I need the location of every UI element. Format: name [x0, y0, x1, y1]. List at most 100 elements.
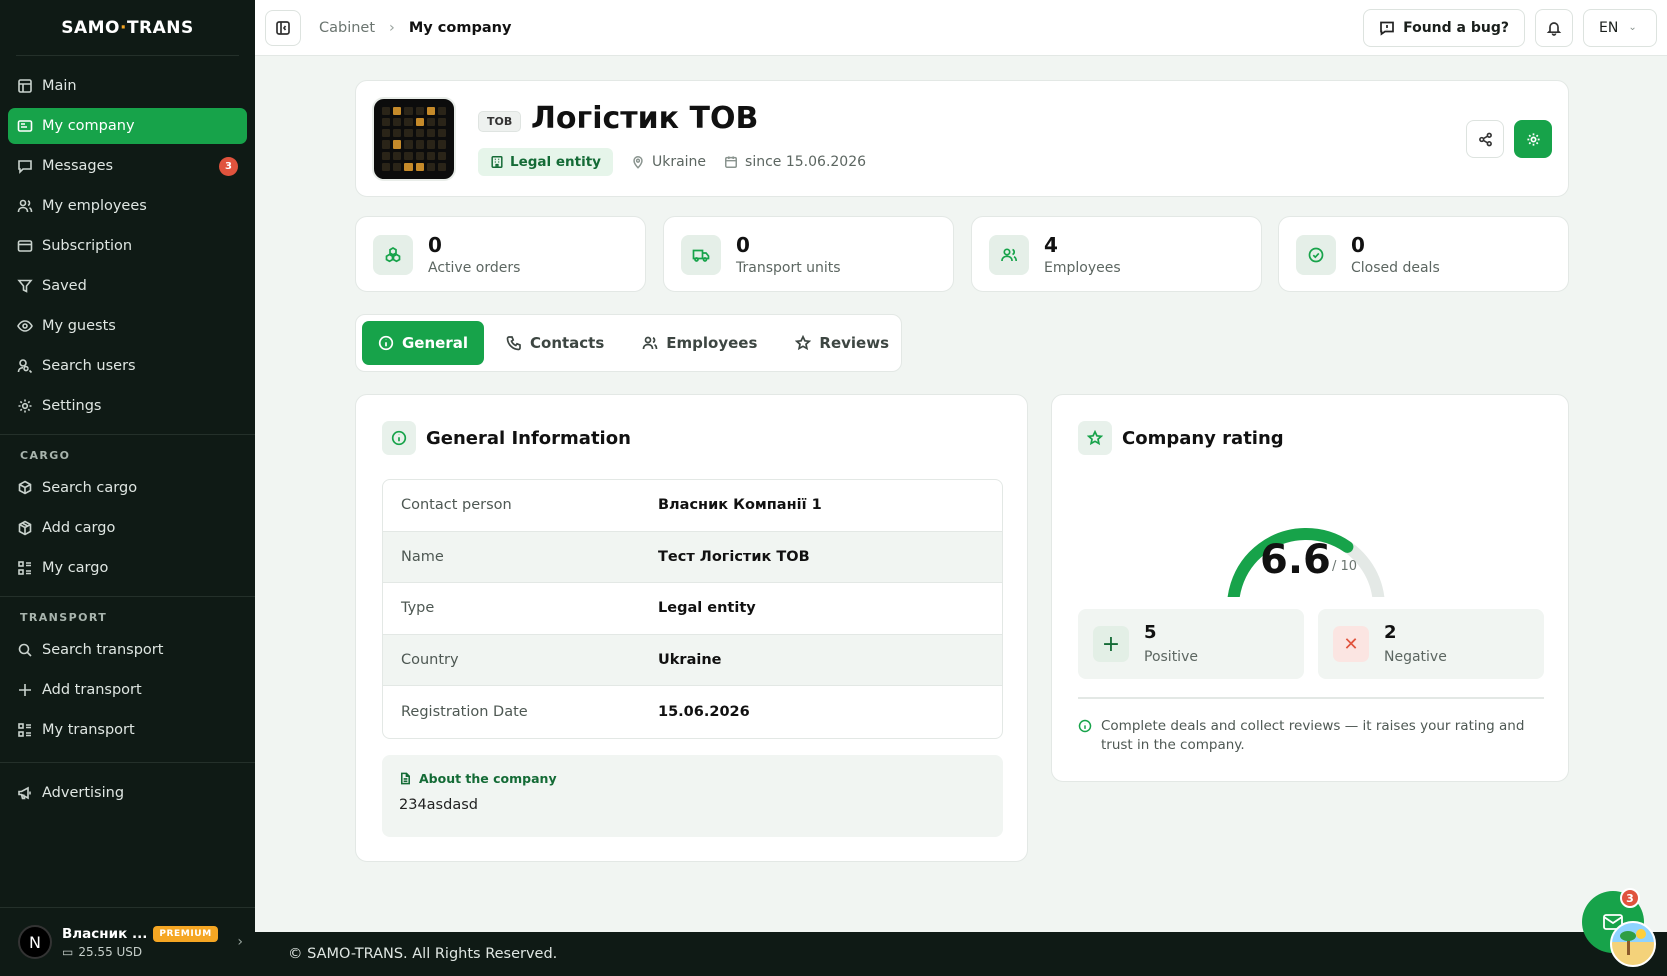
- sidebar-item-messages[interactable]: Messages 3: [8, 148, 247, 184]
- chevron-down-icon: ⌄: [1628, 22, 1637, 33]
- sidebar-item-main[interactable]: Main: [8, 68, 247, 104]
- info-value: 15.06.2026: [658, 703, 750, 720]
- sidebar-item-add-cargo[interactable]: Add cargo: [8, 510, 247, 546]
- support-avatar[interactable]: [1610, 921, 1656, 967]
- list-icon: [18, 723, 31, 737]
- entity-badge: Legal entity: [478, 148, 613, 176]
- sidebar-item-search-users[interactable]: Search users: [8, 348, 247, 384]
- main-nav: Main My company Messages 3 My employees …: [0, 56, 255, 424]
- building-icon: [491, 156, 503, 168]
- gear-icon: [18, 399, 32, 413]
- rating-max: / 10: [1332, 559, 1358, 574]
- plus-icon: +: [1093, 626, 1129, 662]
- sidebar-item-my-cargo[interactable]: My cargo: [8, 550, 247, 586]
- sidebar-item-settings[interactable]: Settings: [8, 388, 247, 424]
- table-row: Type Legal entity: [383, 583, 1002, 635]
- sidebar-item-saved[interactable]: Saved: [8, 268, 247, 304]
- negative-value: 2: [1384, 622, 1397, 643]
- collapse-sidebar-button[interactable]: [265, 9, 301, 46]
- sidebar-item-label: My guests: [42, 318, 116, 334]
- check-circle-icon: [1296, 235, 1336, 275]
- sidebar-item-label: Messages: [42, 158, 114, 174]
- stat-label: Closed deals: [1351, 260, 1440, 276]
- positive-reviews: + 5 Positive: [1078, 609, 1304, 679]
- user-info: Власник ... PREMIUM ▭ 25.55 USD: [62, 925, 237, 959]
- share-button[interactable]: [1466, 120, 1504, 158]
- unread-badge: 3: [219, 157, 238, 176]
- info-icon: [1078, 719, 1092, 733]
- app-logo[interactable]: SAMO · TRANS: [16, 0, 239, 56]
- credit-card-icon: [17, 240, 33, 252]
- negative-label: Negative: [1384, 649, 1447, 665]
- balance-value: 25.55 USD: [78, 944, 143, 959]
- calendar-icon: [725, 156, 738, 168]
- tab-employees[interactable]: Employees: [626, 321, 773, 365]
- rating-value: 6.6: [1260, 537, 1331, 583]
- message-icon: [18, 160, 32, 174]
- close-icon: ✕: [1333, 626, 1369, 662]
- sidebar-item-my-company[interactable]: My company: [8, 108, 247, 144]
- sidebar-collapse-icon: [276, 20, 290, 35]
- sidebar-item-label: My transport: [42, 722, 135, 738]
- sidebar-item-label: Search transport: [42, 642, 164, 658]
- company-tabs: General Contacts Employees Reviews: [355, 314, 902, 372]
- wallet-icon: ▭: [62, 944, 74, 959]
- since-label: since 15.06.2026: [745, 154, 867, 170]
- language-select[interactable]: EN ⌄: [1583, 8, 1657, 47]
- sidebar-item-advertising[interactable]: Advertising: [8, 775, 247, 811]
- balance: ▭ 25.55 USD: [62, 945, 237, 959]
- company-rating-card: Company rating 6.6 / 10 + 5 Positive ✕ 2…: [1051, 394, 1569, 782]
- info-key: Country: [401, 651, 459, 668]
- country-label: Ukraine: [651, 154, 707, 170]
- tab-general[interactable]: General: [362, 321, 484, 365]
- alert-message-icon: [1380, 21, 1394, 36]
- filter-icon: [17, 279, 33, 293]
- stat-active-orders: 0 Active orders: [355, 216, 646, 292]
- sidebar-item-subscription[interactable]: Subscription: [8, 228, 247, 264]
- chevron-right-icon: ›: [237, 934, 243, 950]
- breadcrumb-cabinet[interactable]: Cabinet: [319, 20, 375, 36]
- user-profile[interactable]: N Власник ... PREMIUM ▭ 25.55 USD ›: [0, 907, 255, 976]
- tab-reviews[interactable]: Reviews: [779, 321, 905, 365]
- report-bug-button[interactable]: Found a bug?: [1363, 8, 1525, 47]
- sidebar-item-search-transport[interactable]: Search transport: [8, 632, 247, 668]
- transport-nav: Search transport Add transport My transp…: [0, 630, 255, 748]
- info-value: Власник Компанії 1: [658, 497, 822, 514]
- company-title: Логістик ТОВ: [531, 101, 759, 136]
- boxes-icon: [373, 235, 413, 275]
- table-row: Registration Date 15.06.2026: [383, 686, 1002, 738]
- cargo-nav: Search cargo Add cargo My cargo: [0, 468, 255, 586]
- phone-icon: [506, 336, 521, 351]
- search-cargo-icon: [18, 480, 32, 495]
- stat-employees: 4 Employees: [971, 216, 1262, 292]
- info-icon: [378, 335, 394, 351]
- stat-transport-units: 0 Transport units: [663, 216, 954, 292]
- stat-value: 4: [1044, 233, 1058, 257]
- notifications-button[interactable]: [1535, 8, 1573, 47]
- sidebar-item-my-guests[interactable]: My guests: [8, 308, 247, 344]
- footer: © SAMO-TRANS. All Rights Reserved.: [255, 932, 1667, 976]
- tab-contacts[interactable]: Contacts: [490, 321, 620, 365]
- card-title: General Information: [426, 427, 631, 449]
- general-info-card: General Information Contact person Власн…: [355, 394, 1028, 862]
- avatar: N: [18, 925, 52, 959]
- copyright: © SAMO-TRANS. All Rights Reserved.: [288, 946, 558, 962]
- sidebar-item-label: Settings: [42, 398, 102, 414]
- sidebar: SAMO · TRANS Main My company Messages 3 My…: [0, 0, 255, 976]
- stat-value: 0: [428, 233, 442, 257]
- building-card-icon: [17, 120, 33, 132]
- sidebar-item-my-transport[interactable]: My transport: [8, 712, 247, 748]
- company-header-card: ТОВ Логістик ТОВ Legal entity Ukraine si…: [355, 80, 1569, 197]
- sidebar-item-my-employees[interactable]: My employees: [8, 188, 247, 224]
- about-text: 234asdasd: [399, 797, 478, 813]
- company-settings-button[interactable]: [1514, 120, 1552, 158]
- star-icon: [1078, 421, 1112, 455]
- tab-label: Reviews: [819, 334, 890, 352]
- positive-label: Positive: [1144, 649, 1198, 665]
- user-search-icon: [17, 359, 33, 374]
- info-icon: [382, 421, 416, 455]
- user-name: Власник ...: [62, 925, 148, 942]
- info-key: Contact person: [401, 497, 512, 514]
- sidebar-item-add-transport[interactable]: Add transport: [8, 672, 247, 708]
- sidebar-item-search-cargo[interactable]: Search cargo: [8, 470, 247, 506]
